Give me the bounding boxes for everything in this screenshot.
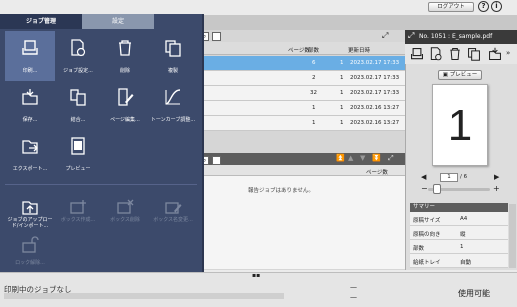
merge-button[interactable]: 結合... — [53, 80, 103, 130]
unlock-button[interactable]: ロック解除... — [5, 232, 55, 272]
table-row[interactable]: 2 1 2023.02.17 17:33 — [200, 71, 405, 86]
info-icon[interactable]: i — [491, 1, 502, 12]
job-settings-button[interactable]: ジョブ設定... — [53, 31, 103, 81]
zoom-in-icon[interactable]: + — [493, 184, 500, 193]
tab-job-management[interactable]: ジョブ管理 — [0, 14, 82, 29]
copy-icon — [165, 40, 181, 57]
page-edit-button[interactable]: ページ編集... — [100, 80, 150, 130]
print-icon — [22, 40, 38, 55]
save-icon — [22, 89, 38, 105]
summary-header: サマリー — [410, 203, 508, 212]
summary-row: 原稿の向き 縦 — [410, 226, 508, 240]
tone-curve-button[interactable]: トーンカーブ調整... — [148, 80, 198, 130]
unlock-icon — [22, 236, 39, 253]
merge-icon — [70, 89, 86, 106]
preview-icon — [71, 137, 85, 155]
summary-scrollbar[interactable] — [509, 204, 516, 268]
status-dash: — — [350, 283, 357, 291]
move-down-icon[interactable]: ▼ — [360, 154, 365, 162]
box-rename-button[interactable]: ボックス名変更... — [148, 190, 198, 240]
copy-icon[interactable] — [467, 47, 481, 61]
filter-icon[interactable] — [212, 32, 221, 41]
box-delete-button[interactable]: ボックス削除 — [100, 190, 150, 240]
detail-toolbar: » — [405, 44, 517, 64]
box-rename-icon — [165, 202, 182, 214]
detail-title-bar: ⤢ No. 1051 : E_sample.pdf — [405, 30, 517, 44]
zoom-slider-handle[interactable] — [433, 184, 441, 194]
job-settings-icon[interactable] — [429, 47, 443, 61]
lower-list-body: 報告ジョブはありません。 — [200, 176, 405, 269]
zoom-out-icon[interactable]: − — [421, 184, 428, 193]
tone-curve-icon — [165, 89, 181, 105]
move-bottom-icon[interactable]: ⏬ — [372, 154, 381, 162]
resize-handle-icon[interactable]: ▪▪ — [252, 272, 260, 279]
expand-icon[interactable]: ⤢ — [408, 31, 414, 41]
print-icon[interactable] — [410, 47, 424, 61]
export-icon — [22, 140, 38, 154]
table-row[interactable]: 1 1 2023.02.16 13:27 — [200, 116, 405, 131]
table-row[interactable]: 1 1 2023.02.16 13:27 — [200, 101, 405, 116]
trash-icon — [119, 40, 131, 56]
file-title: No. 1051 : E_sample.pdf — [419, 33, 493, 40]
table-row[interactable]: 32 1 2023.02.17 17:33 — [200, 86, 405, 101]
menu-divider — [5, 184, 197, 185]
table-row[interactable]: 6 1 2023.02.17 17:33 — [200, 56, 405, 71]
job-list-header: ページ数 部数 更新日時 — [200, 42, 405, 55]
machine-status: 使用可能 — [458, 289, 490, 298]
save-icon[interactable] — [488, 47, 502, 61]
lower-toolbar: ⏫ ▲ ▼ ⏬ ⤢ — [200, 153, 405, 165]
more-icon[interactable]: » — [506, 49, 510, 57]
expand-icon[interactable]: ⤢ — [388, 154, 394, 163]
logout-button[interactable]: ログアウト — [428, 2, 474, 12]
job-settings-icon — [71, 39, 86, 57]
box-create-icon — [70, 200, 86, 214]
move-up-icon[interactable]: ▲ — [348, 154, 353, 162]
page-number-input[interactable]: 1 — [440, 173, 458, 182]
summary-row: 原稿サイズ A4 — [410, 212, 508, 226]
prev-page-icon[interactable]: ◀ — [421, 173, 426, 181]
next-page-icon[interactable]: ▶ — [494, 173, 499, 181]
upload-icon — [22, 201, 38, 215]
export-button[interactable]: エクスポート... — [5, 129, 55, 179]
col-pages[interactable]: ページ数 — [288, 46, 310, 54]
expand-icon[interactable]: ⤢ — [382, 31, 388, 41]
print-button[interactable]: 印刷... — [5, 31, 55, 81]
duplicate-button[interactable]: 複製 — [148, 31, 198, 81]
lower-list-header: ページ数 — [200, 165, 405, 176]
status-dash: — — [350, 293, 357, 301]
preview-icon: ▣ — [442, 72, 448, 78]
delete-button[interactable]: 削除 — [100, 31, 150, 81]
move-top-icon[interactable]: ⏫ — [336, 154, 345, 162]
filter-icon[interactable] — [212, 156, 221, 165]
summary-row: 給紙トレイ 自動 — [410, 254, 508, 268]
save-button[interactable]: 保存... — [5, 80, 55, 130]
tab-settings[interactable]: 設定 — [82, 14, 154, 29]
page-edit-icon — [118, 88, 134, 106]
box-create-button[interactable]: ボックス作成... — [53, 190, 103, 240]
box-delete-icon — [117, 199, 134, 214]
preview-button[interactable]: プレビュー — [53, 129, 103, 179]
empty-message: 報告ジョブはありません。 — [248, 188, 314, 194]
page-thumbnail[interactable]: 1 — [432, 84, 488, 166]
page-total: / 6 — [460, 174, 468, 180]
col-copies[interactable]: 部数 — [308, 46, 319, 54]
col-date[interactable]: 更新日時 — [348, 46, 370, 54]
print-progress-bar — [4, 293, 284, 299]
summary-row: 部数 1 — [410, 240, 508, 254]
preview-button[interactable]: ▣ プレビュー — [438, 70, 482, 80]
help-icon[interactable]: ? — [478, 1, 489, 12]
trash-icon[interactable] — [448, 47, 462, 61]
